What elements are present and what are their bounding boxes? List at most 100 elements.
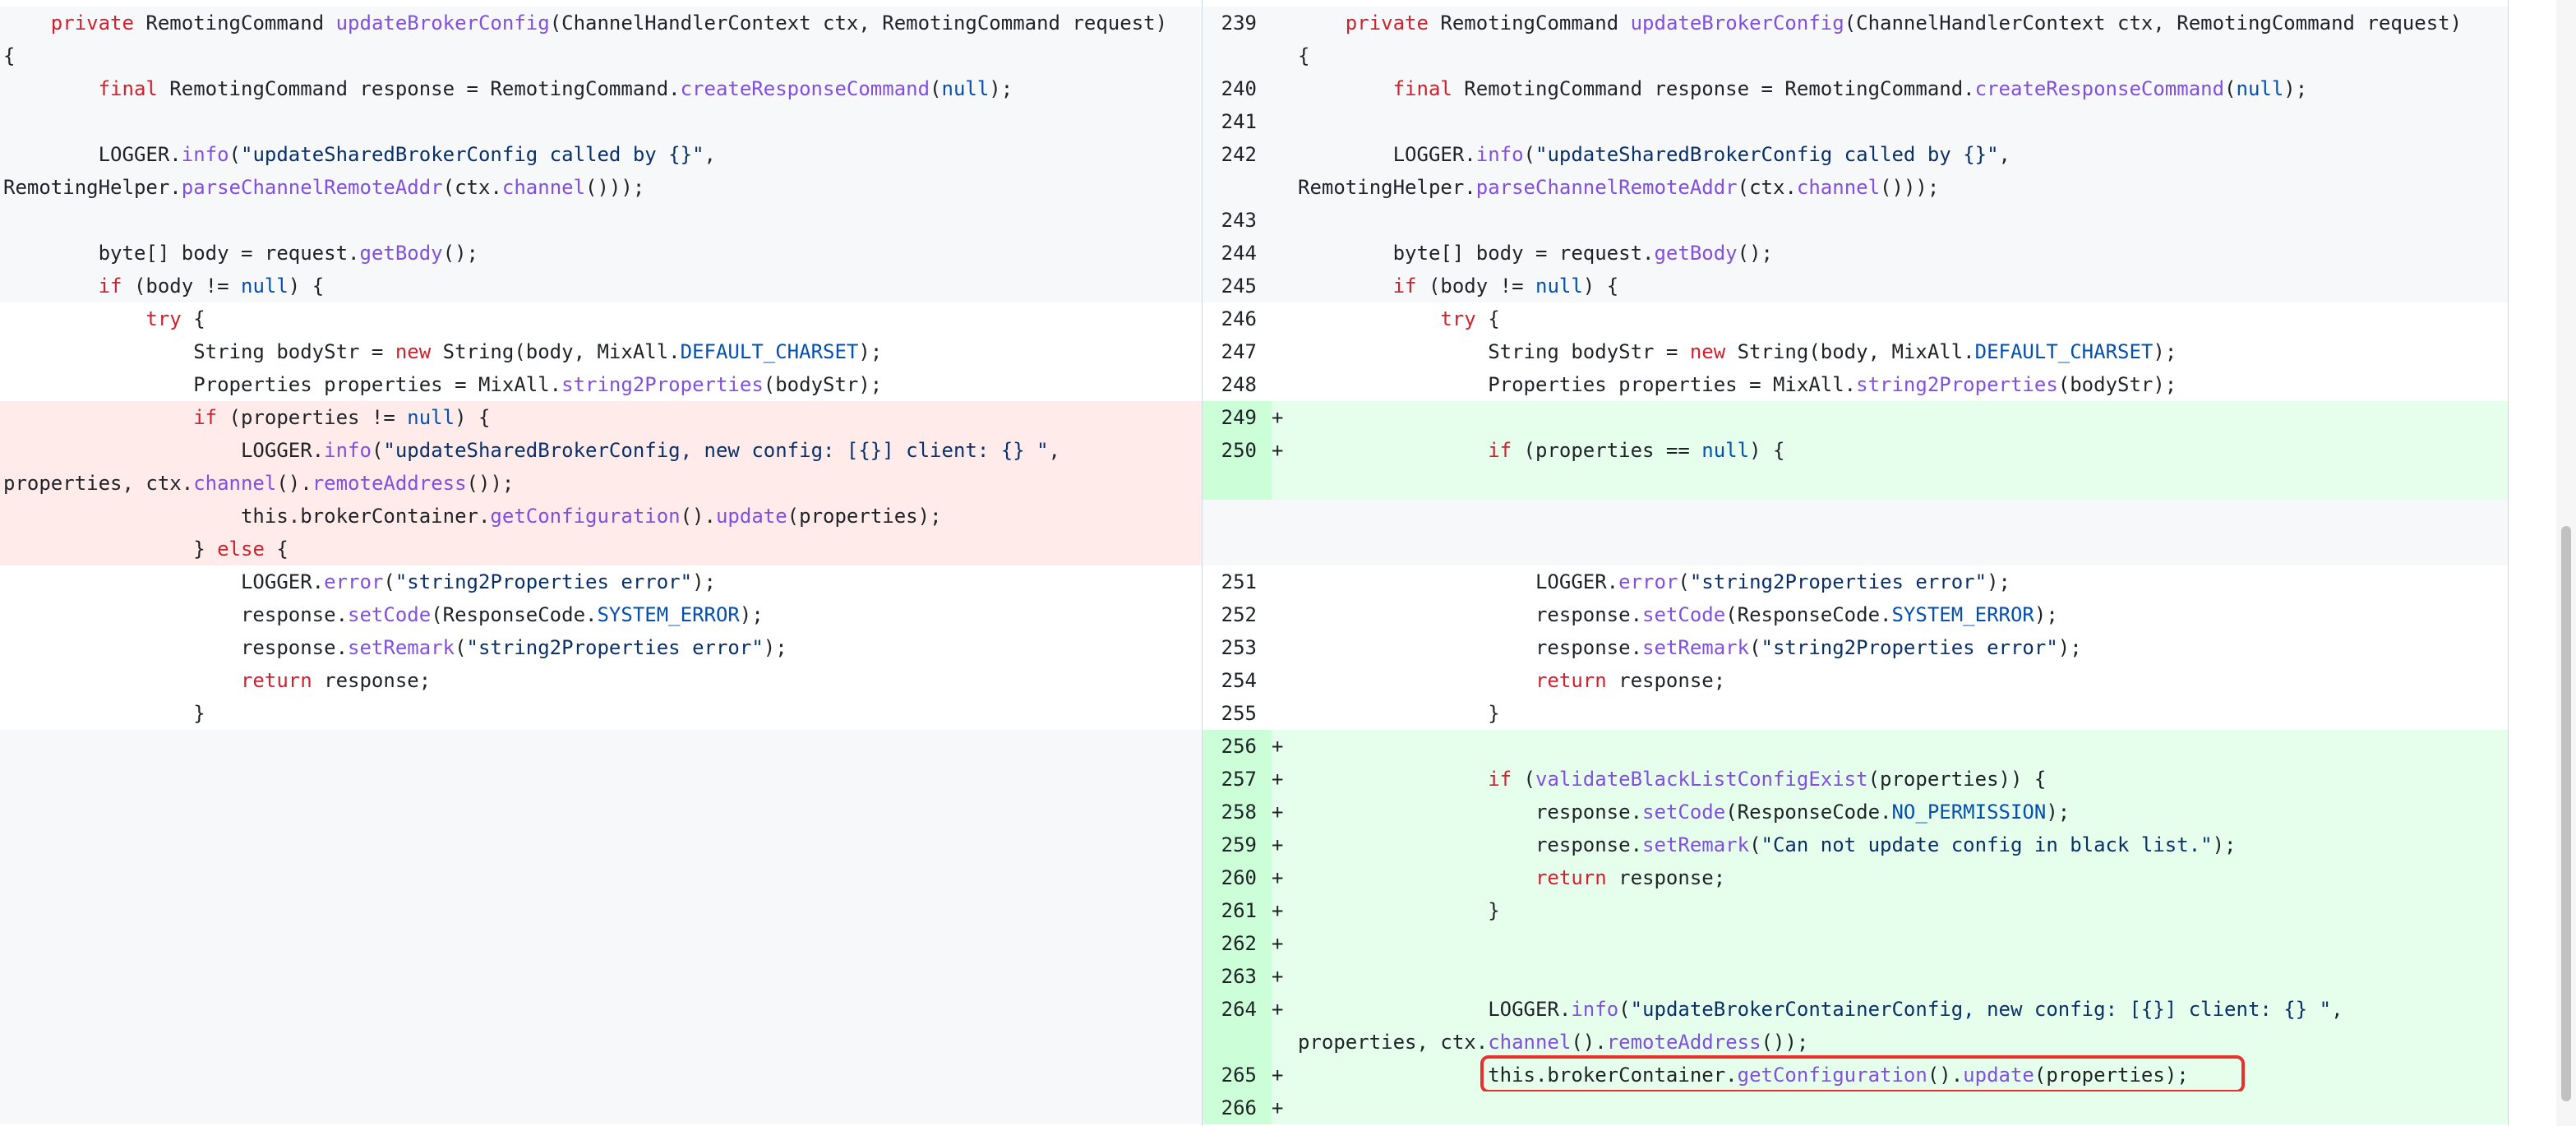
diff-line: 248 Properties properties = MixAll.strin… bbox=[1203, 368, 2508, 401]
code-token: error bbox=[1618, 570, 1678, 593]
diff-line: } else { bbox=[0, 533, 1202, 565]
code-token: RemotingCommand response = RemotingComma… bbox=[157, 77, 681, 100]
code-token: (). bbox=[1571, 1031, 1607, 1054]
code-token: Properties properties = MixAll. bbox=[193, 373, 562, 396]
code-token: ); bbox=[2046, 801, 2070, 824]
diff-marker: + bbox=[1272, 439, 1284, 462]
diff-line: 255 } bbox=[1203, 697, 2508, 730]
diff-line: { bbox=[0, 39, 1202, 72]
code-token: ); bbox=[739, 603, 764, 626]
line-number[interactable]: 258 bbox=[1203, 796, 1272, 828]
code-token: response. bbox=[1535, 833, 1643, 856]
code-token: (ctx. bbox=[1737, 176, 1797, 199]
code-token: LOGGER. bbox=[1392, 143, 1476, 166]
diff-marker: + bbox=[1272, 965, 1284, 988]
code-token: response. bbox=[1535, 603, 1643, 626]
line-number[interactable]: 266 bbox=[1203, 1091, 1272, 1124]
line-number[interactable]: 245 bbox=[1203, 270, 1272, 302]
code-text: } bbox=[1295, 697, 2508, 730]
code-text: response.setCode(ResponseCode.NO_PERMISS… bbox=[1295, 796, 2508, 828]
line-number[interactable] bbox=[1203, 533, 1272, 565]
code-token: ); bbox=[2153, 340, 2177, 363]
code-token: new bbox=[1689, 340, 1726, 363]
diff-marker bbox=[1272, 105, 1295, 138]
line-number[interactable]: 253 bbox=[1203, 631, 1272, 664]
line-number[interactable] bbox=[1203, 467, 1272, 500]
line-number[interactable]: 264 bbox=[1203, 993, 1272, 1026]
line-number[interactable]: 262 bbox=[1203, 927, 1272, 960]
line-number[interactable]: 239 bbox=[1203, 7, 1272, 39]
code-token: private bbox=[50, 12, 134, 35]
line-number[interactable]: 241 bbox=[1203, 105, 1272, 138]
diff-marker bbox=[1272, 368, 1295, 401]
diff-filler-row bbox=[0, 894, 1202, 927]
line-number[interactable]: 249 bbox=[1203, 401, 1272, 434]
line-number[interactable]: 265 bbox=[1203, 1059, 1272, 1091]
code-token: try bbox=[145, 307, 182, 330]
diff-line: try { bbox=[0, 302, 1202, 335]
diff-marker bbox=[1272, 270, 1295, 302]
code-token: ( bbox=[2224, 77, 2237, 100]
diff-line: 244 byte[] body = request.getBody(); bbox=[1203, 237, 2508, 270]
diff-marker: + bbox=[1272, 932, 1284, 955]
line-number[interactable] bbox=[1203, 39, 1272, 72]
line-number[interactable]: 256 bbox=[1203, 730, 1272, 763]
line-number[interactable]: 248 bbox=[1203, 368, 1272, 401]
code-token: updateBrokerConfig bbox=[1630, 12, 1844, 35]
code-token: createResponseCommand bbox=[680, 77, 930, 100]
line-number[interactable]: 261 bbox=[1203, 894, 1272, 927]
line-number[interactable]: 254 bbox=[1203, 664, 1272, 697]
line-number[interactable]: 255 bbox=[1203, 697, 1272, 730]
line-number[interactable] bbox=[1203, 1026, 1272, 1059]
line-number[interactable]: 246 bbox=[1203, 302, 1272, 335]
line-number[interactable]: 259 bbox=[1203, 828, 1272, 861]
diff-marker bbox=[1272, 204, 1295, 237]
code-text: final RemotingCommand response = Remotin… bbox=[0, 72, 1202, 105]
code-token: info bbox=[324, 439, 372, 462]
diff-marker bbox=[1272, 72, 1295, 105]
code-text: this.brokerContainer.getConfiguration().… bbox=[0, 500, 1202, 533]
code-token: if bbox=[1488, 439, 1512, 462]
line-number[interactable]: 252 bbox=[1203, 598, 1272, 631]
diff-filler-row bbox=[1203, 533, 2508, 565]
diff-line: properties, ctx.channel().remoteAddress(… bbox=[1203, 1026, 2508, 1059]
code-token: null bbox=[241, 275, 289, 298]
line-number[interactable]: 247 bbox=[1203, 335, 1272, 368]
code-token: setCode bbox=[1642, 801, 1726, 824]
code-token: { bbox=[264, 538, 289, 561]
line-number[interactable]: 263 bbox=[1203, 960, 1272, 993]
code-token: setRemark bbox=[1642, 636, 1750, 659]
line-number[interactable] bbox=[1203, 500, 1272, 533]
line-number[interactable]: 250 bbox=[1203, 434, 1272, 467]
line-number[interactable] bbox=[1203, 171, 1272, 204]
line-number[interactable]: 244 bbox=[1203, 237, 1272, 270]
code-token: "updateBrokerContainerConfig, new config… bbox=[1630, 998, 2332, 1021]
diff-marker: + bbox=[1272, 866, 1284, 889]
line-number[interactable]: 240 bbox=[1203, 72, 1272, 105]
code-token: (properties); bbox=[787, 505, 942, 528]
diff-line: 246 try { bbox=[1203, 302, 2508, 335]
code-token: LOGGER. bbox=[1488, 998, 1572, 1021]
line-number[interactable]: 251 bbox=[1203, 565, 1272, 598]
code-token: error bbox=[324, 570, 384, 593]
line-number[interactable]: 260 bbox=[1203, 861, 1272, 894]
code-token: response; bbox=[1606, 669, 1726, 692]
code-token: null bbox=[1535, 275, 1583, 298]
line-number[interactable]: 243 bbox=[1203, 204, 1272, 237]
diff-marker: + bbox=[1272, 1096, 1284, 1119]
diff-line: 257 + if (validateBlackListConfigExist(pr… bbox=[1203, 763, 2508, 796]
code-token: (body != bbox=[1416, 275, 1535, 298]
line-number[interactable]: 242 bbox=[1203, 138, 1272, 171]
code-token: ) { bbox=[455, 406, 491, 429]
line-number[interactable]: 257 bbox=[1203, 763, 1272, 796]
code-token: , bbox=[704, 143, 716, 166]
highlight-annotation-box bbox=[1480, 1055, 2245, 1093]
code-token: , bbox=[1998, 143, 2010, 166]
diff-filler-row bbox=[0, 763, 1202, 796]
scrollbar-thumb[interactable] bbox=[2561, 526, 2571, 1101]
code-token: response. bbox=[240, 636, 349, 659]
